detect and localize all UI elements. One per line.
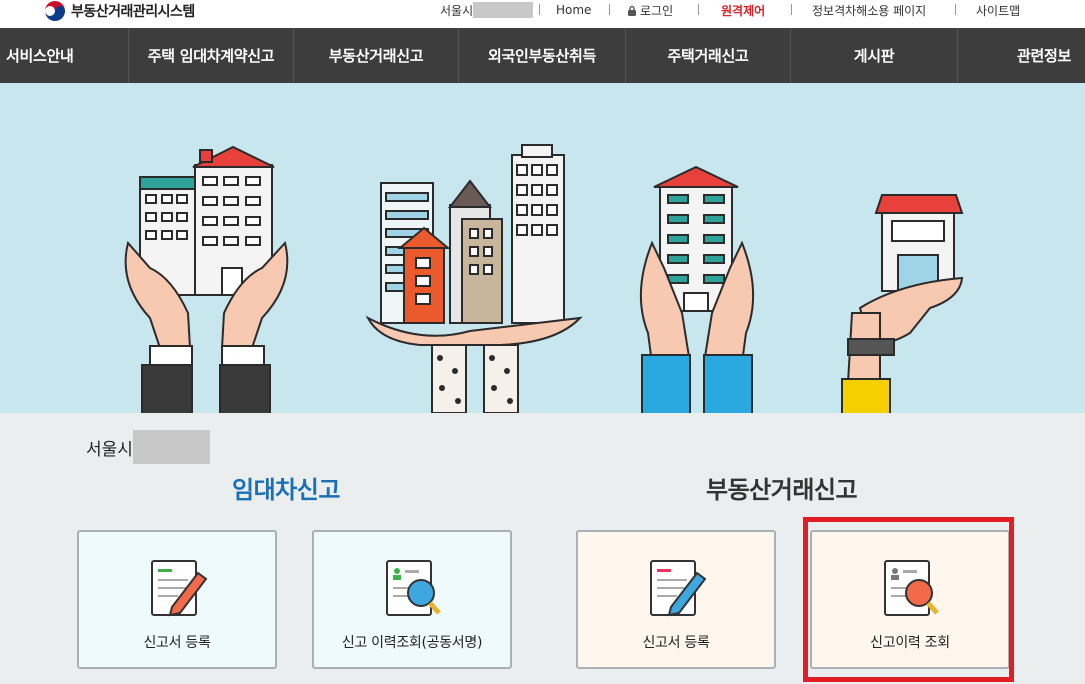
gnb-board[interactable]: 게시판 (791, 28, 957, 83)
card-label: 신고서 등록 (642, 635, 710, 651)
login-link[interactable]: 로그인 (627, 0, 673, 20)
gnb-rent-contract-report[interactable]: 주택 임대차계약신고 (129, 28, 293, 83)
hero-banner (0, 83, 1085, 413)
gnb-real-estate-report[interactable]: 부동산거래신고 (294, 28, 458, 83)
logo-text: 부동산거래관리시스템 (71, 4, 195, 20)
sitemap-link[interactable]: 사이트맵 (976, 0, 1020, 20)
card-label: 신고서 등록 (143, 635, 211, 651)
home-link[interactable]: Home (556, 0, 591, 20)
util-divider (955, 4, 956, 15)
masked-region-block (473, 2, 534, 18)
remote-control-link[interactable]: 원격제어 (721, 0, 765, 20)
document-pencil-icon (151, 560, 208, 617)
gnb-housing-trade-report[interactable]: 주택거래신고 (626, 28, 790, 83)
util-divider (791, 4, 792, 15)
gnb-related-info[interactable]: 관련정보 (958, 28, 1085, 83)
top-utility-bar: 부동산거래관리시스템 서울시 Home 로그인 원격제어 정보격차해소용 페이지… (0, 0, 1085, 28)
site-logo[interactable]: 부동산거래관리시스템 (44, 0, 195, 22)
document-pencil-icon (650, 560, 707, 617)
main-navigation: 서비스안내 주택 임대차계약신고 부동산거래신고 외국인부동산취득 주택거래신고… (0, 28, 1085, 83)
real-estate-report-title: 부동산거래신고 (706, 476, 858, 504)
info-gap-page-link[interactable]: 정보격차해소용 페이지 (812, 0, 926, 20)
rent-report-history-card[interactable]: 신고 이력조회(공동서명) (312, 530, 512, 669)
hands-holding-buildings-illustration (124, 144, 964, 413)
service-shortcut-area: 서울시 임대차신고 부동산거래신고 신고서 등록 신고 이력조회(공동서명) 신… (0, 413, 1085, 684)
util-divider (539, 4, 540, 15)
util-divider (698, 4, 699, 15)
rent-report-register-card[interactable]: 신고서 등록 (77, 530, 277, 669)
user-region: 서울시 (440, 0, 534, 20)
real-estate-report-register-card[interactable]: 신고서 등록 (576, 530, 776, 669)
region-heading: 서울시 (86, 430, 210, 464)
login-label: 로그인 (640, 3, 674, 18)
user-city-prefix: 서울시 (440, 3, 474, 18)
highlight-frame (803, 517, 1014, 682)
masked-region-block (132, 430, 210, 464)
rent-report-title: 임대차신고 (232, 476, 340, 504)
government-emblem-icon (45, 1, 65, 21)
region-city: 서울시 (86, 439, 133, 460)
gnb-foreigner-acquisition[interactable]: 외국인부동산취득 (459, 28, 625, 83)
lock-icon (628, 5, 636, 16)
card-label: 신고 이력조회(공동서명) (341, 635, 483, 651)
gnb-service-info[interactable]: 서비스안내 (0, 28, 128, 83)
document-magnifier-icon (386, 560, 441, 616)
util-divider (609, 4, 610, 15)
